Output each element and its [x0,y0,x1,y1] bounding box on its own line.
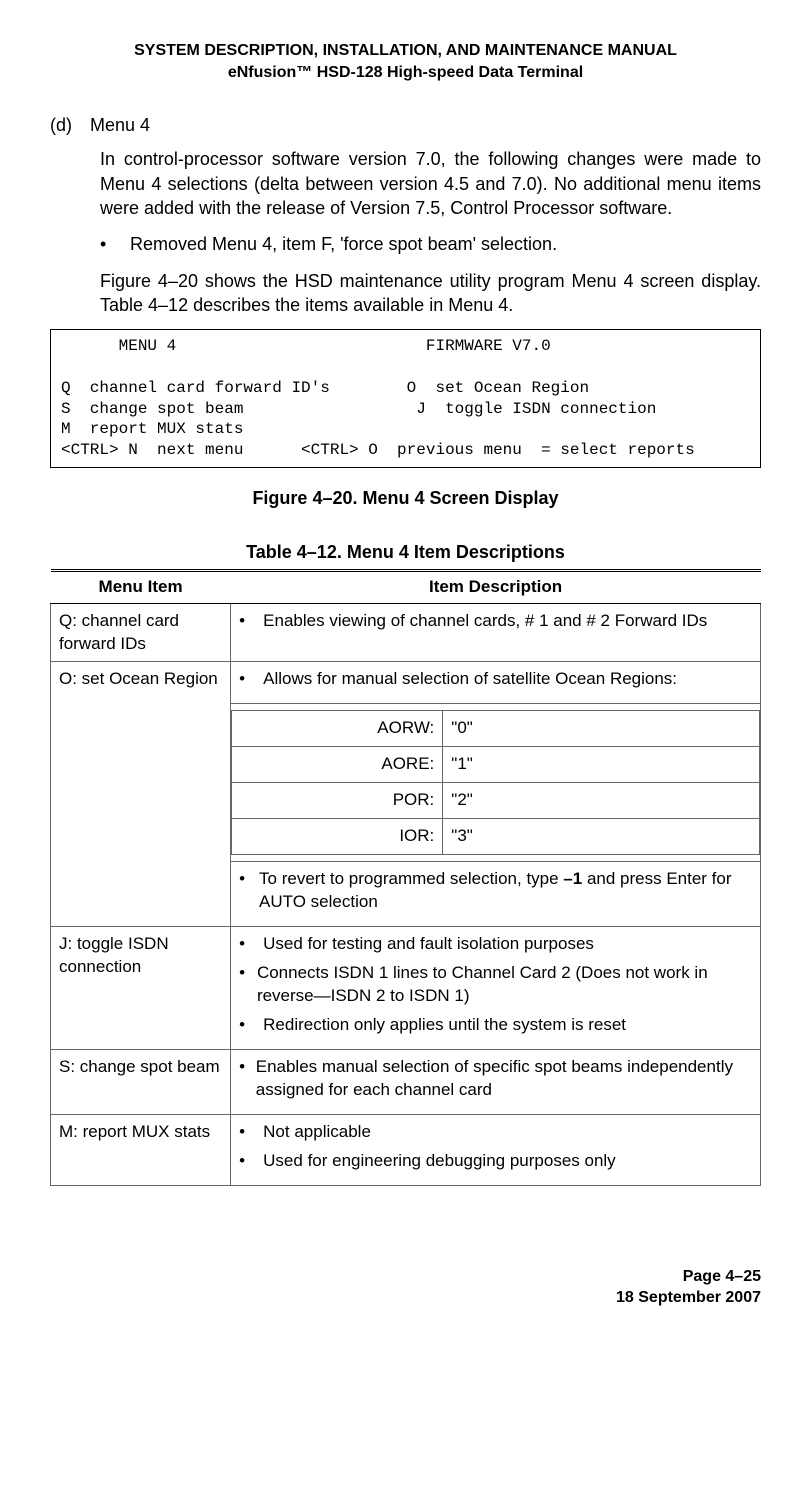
cell-menu-item: S: change spot beam [51,1049,231,1114]
ocean-region-table: AORW:"0" AORE:"1" POR:"2" IOR:"3" [231,710,760,855]
footer-page: Page 4–25 [50,1266,761,1288]
section-heading: (d) Menu 4 [50,113,761,137]
table-row: J: toggle ISDN connection •Used for test… [51,927,761,1050]
document-header: SYSTEM DESCRIPTION, INSTALLATION, AND MA… [50,40,761,83]
section-tag: (d) [50,113,90,137]
table-row: Q: channel card forward IDs •Enables vie… [51,603,761,662]
bullet-icon: • [100,232,130,256]
cell-description: •Not applicable •Used for engineering de… [231,1114,761,1185]
cell-menu-item: Q: channel card forward IDs [51,603,231,662]
cell-description: •To revert to programmed selection, type… [231,862,761,927]
menu-item-table: Menu Item Item Description Q: channel ca… [50,569,761,1186]
bullet-text: Removed Menu 4, item F, 'force spot beam… [130,232,557,256]
page-footer: Page 4–25 18 September 2007 [50,1266,761,1309]
cell-description: •Enables viewing of channel cards, # 1 a… [231,603,761,662]
paragraph-1: In control-processor software version 7.… [100,147,761,220]
menu-screen-display: MENU 4 FIRMWARE V7.0 Q channel card forw… [50,329,761,468]
cell-description: •Used for testing and fault isolation pu… [231,927,761,1050]
cell-region-table: AORW:"0" AORE:"1" POR:"2" IOR:"3" [231,704,761,862]
header-line2: eNfusion™ HSD-128 High-speed Data Termin… [50,62,761,84]
cell-description: •Enables manual selection of specific sp… [231,1049,761,1114]
cell-menu-item: J: toggle ISDN connection [51,927,231,1050]
table-row: O: set Ocean Region •Allows for manual s… [51,662,761,704]
footer-date: 18 September 2007 [50,1287,761,1309]
table-row: S: change spot beam •Enables manual sele… [51,1049,761,1114]
section-title: Menu 4 [90,113,150,137]
table-caption: Table 4–12. Menu 4 Item Descriptions [50,540,761,564]
header-line1: SYSTEM DESCRIPTION, INSTALLATION, AND MA… [50,40,761,62]
table-row: M: report MUX stats •Not applicable •Use… [51,1114,761,1185]
figure-caption: Figure 4–20. Menu 4 Screen Display [50,486,761,510]
paragraph-2: Figure 4–20 shows the HSD maintenance ut… [100,269,761,318]
table-header-menu-item: Menu Item [51,570,231,603]
bullet-item-1: • Removed Menu 4, item F, 'force spot be… [100,232,761,256]
cell-menu-item: O: set Ocean Region [51,662,231,927]
cell-description: •Allows for manual selection of satellit… [231,662,761,704]
cell-menu-item: M: report MUX stats [51,1114,231,1185]
table-header-description: Item Description [231,570,761,603]
